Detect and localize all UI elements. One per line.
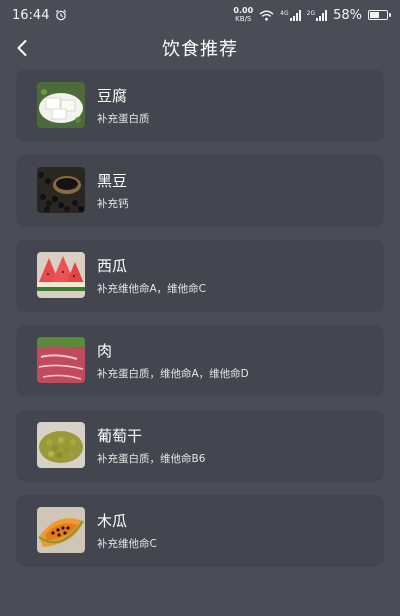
chevron-left-icon — [17, 40, 27, 56]
food-name: 西瓜 — [97, 256, 128, 275]
raisins-image — [37, 422, 85, 468]
food-description: 补充维他命A，维他命C — [97, 282, 207, 295]
status-bar: 16:44 0.00 KB/S 4G 2G 58% — [0, 0, 400, 30]
food-card[interactable]: 黑豆 补充钙 — [17, 155, 383, 225]
food-name: 肉 — [97, 341, 113, 360]
wifi-icon — [259, 10, 274, 21]
food-list: 豆腐 补充蛋白质 黑豆 补充钙 西瓜 补充维他命A，维他命C 肉 补充蛋白质，维… — [17, 70, 383, 580]
food-card[interactable]: 肉 补充蛋白质，维他命A，维他命D — [17, 325, 383, 395]
watermelon-image — [37, 252, 85, 298]
papaya-image — [37, 507, 85, 553]
tofu-image — [37, 82, 85, 128]
battery-icon — [368, 10, 391, 20]
food-card[interactable]: 木瓜 补充维他命C — [17, 495, 383, 565]
net-speed: 0.00 KB/S — [233, 6, 254, 24]
food-name: 木瓜 — [97, 511, 128, 530]
back-button[interactable] — [8, 34, 36, 62]
nav-bar: 饮食推荐 — [0, 32, 400, 64]
meat-image — [37, 337, 85, 383]
food-name: 黑豆 — [97, 171, 128, 190]
black-beans-image — [37, 167, 85, 213]
food-description: 补充维他命C — [97, 537, 157, 550]
food-name: 葡萄干 — [97, 426, 143, 445]
alarm-icon — [56, 9, 67, 21]
food-card[interactable]: 西瓜 补充维他命A，维他命C — [17, 240, 383, 310]
signal-2g: 2G — [307, 9, 328, 21]
signal-bars-icon — [316, 9, 328, 21]
battery-percent: 58% — [333, 7, 362, 23]
food-description: 补充蛋白质 — [97, 112, 150, 125]
status-time: 16:44 — [12, 7, 50, 23]
food-description: 补充蛋白质，维他命B6 — [97, 452, 206, 465]
food-card[interactable]: 葡萄干 补充蛋白质，维他命B6 — [17, 410, 383, 480]
food-description: 补充蛋白质，维他命A，维他命D — [97, 367, 249, 380]
page-title: 饮食推荐 — [162, 39, 238, 60]
signal-bars-icon — [289, 9, 301, 21]
food-card[interactable]: 豆腐 补充蛋白质 — [17, 70, 383, 140]
signal-4g: 4G — [280, 9, 301, 21]
food-name: 豆腐 — [97, 86, 128, 105]
food-description: 补充钙 — [97, 197, 129, 210]
